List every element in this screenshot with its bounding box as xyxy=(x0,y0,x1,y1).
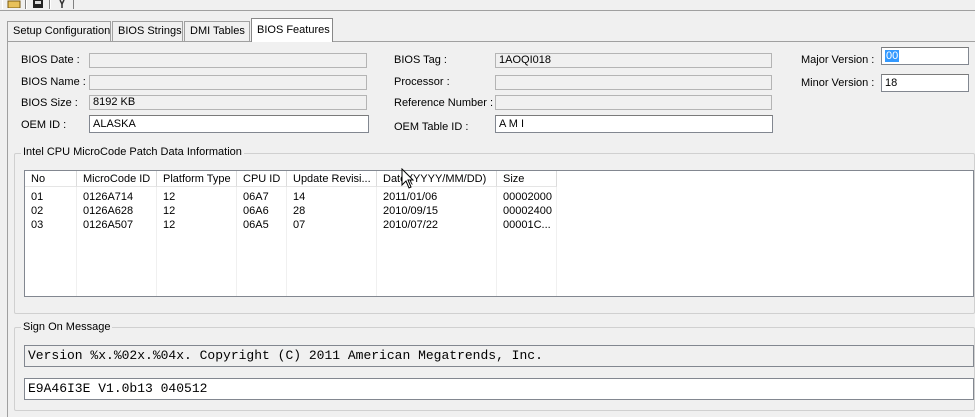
tab-bios-strings[interactable]: BIOS Strings xyxy=(112,21,183,41)
table-row-2-size: 00002400 xyxy=(503,205,552,217)
column-header-microcode-id[interactable]: MicroCode ID xyxy=(77,171,157,187)
table-row-2-date: 2010/09/15 xyxy=(383,205,439,217)
bios-name-field xyxy=(89,75,367,90)
table-row-1-size: 00002000 xyxy=(503,191,552,203)
processor-label: Processor : xyxy=(394,76,450,88)
bios-date-field xyxy=(89,53,367,68)
bios-size-label: BIOS Size : xyxy=(21,97,78,109)
tab-bios-features[interactable]: BIOS Features xyxy=(251,18,333,42)
table-row-2-microcode-id: 0126A628 xyxy=(83,205,134,217)
tools-button[interactable] xyxy=(50,0,74,9)
table-row-1-date: 2011/01/06 xyxy=(383,191,438,203)
table-row-1-cpu-id: 06A7 xyxy=(243,191,269,203)
toolbar xyxy=(0,0,975,11)
bios-size-field: 8192 KB xyxy=(89,95,367,110)
reference-number-field xyxy=(495,95,772,110)
microcode-group-title: Intel CPU MicroCode Patch Data Informati… xyxy=(21,146,244,159)
reference-number-label: Reference Number : xyxy=(394,97,494,109)
table-row-2-no[interactable]: 02 xyxy=(25,204,77,218)
save-button[interactable] xyxy=(26,0,50,9)
table-row-3-microcode-id: 0126A507 xyxy=(83,219,134,231)
major-version-label: Major Version : xyxy=(801,54,875,66)
table-row-1-update-revision: 14 xyxy=(293,191,306,203)
column-header-update-revision[interactable]: Update Revisi... xyxy=(287,171,377,187)
open-icon xyxy=(7,0,21,8)
bios-name-label: BIOS Name : xyxy=(21,76,86,88)
sign-on-message-line-2[interactable]: E9A46I3E V1.0b13 040512 xyxy=(24,378,974,400)
minor-version-label: Minor Version : xyxy=(801,77,875,89)
table-row-3-cpu-id: 06A5 xyxy=(243,219,269,231)
minor-version-field[interactable]: 18 xyxy=(881,74,969,92)
sign-on-message-line-1[interactable]: Version %x.%02x.%04x. Copyright (C) 2011… xyxy=(24,345,974,367)
mouse-cursor-icon xyxy=(401,168,415,189)
table-row-3-platform-type: 12 xyxy=(163,219,176,231)
table-row-2-cpu-id: 06A6 xyxy=(243,205,269,217)
bios-date-label: BIOS Date : xyxy=(21,54,80,66)
table-row-2-update-revision: 28 xyxy=(293,205,306,217)
major-version-field[interactable]: 00 xyxy=(881,47,969,65)
column-header-no[interactable]: No xyxy=(25,171,77,187)
major-version-value: 00 xyxy=(885,50,900,62)
table-row-1-platform-type: 12 xyxy=(163,191,176,203)
bios-tag-label: BIOS Tag : xyxy=(394,54,447,66)
table-row-3-update-revision: 07 xyxy=(293,219,306,231)
save-icon xyxy=(33,0,43,8)
table-row-3-size: 00001C... xyxy=(503,219,551,231)
oem-id-label: OEM ID : xyxy=(21,119,67,131)
tools-icon xyxy=(59,0,65,8)
oem-table-id-field[interactable]: A M I xyxy=(495,115,773,133)
sign-on-group-title: Sign On Message xyxy=(21,321,113,334)
column-header-size[interactable]: Size xyxy=(497,171,557,187)
table-row-1-microcode-id: 0126A714 xyxy=(83,191,134,203)
tab-dmi-tables[interactable]: DMI Tables xyxy=(184,21,250,41)
tab-setup-configuration[interactable]: Setup Configuration xyxy=(7,21,111,41)
column-header-platform-type[interactable]: Platform Type xyxy=(157,171,237,187)
open-button[interactable] xyxy=(2,0,26,9)
table-row-3-no[interactable]: 03 xyxy=(25,218,77,232)
column-header-cpu-id[interactable]: CPU ID xyxy=(237,171,287,187)
oem-id-field[interactable]: ALASKA xyxy=(89,115,369,133)
column-header-date[interactable]: Date (YYYY/MM/DD) xyxy=(377,171,497,187)
processor-field xyxy=(495,75,772,90)
microcode-list[interactable]: No MicroCode ID Platform Type CPU ID Upd… xyxy=(24,170,974,297)
table-row-3-date: 2010/07/22 xyxy=(383,219,439,231)
bios-tag-field: 1AOQI018 xyxy=(495,53,772,68)
oem-table-id-label: OEM Table ID : xyxy=(394,121,469,133)
table-row-1-no[interactable]: 01 xyxy=(25,190,77,204)
table-row-2-platform-type: 12 xyxy=(163,205,176,217)
